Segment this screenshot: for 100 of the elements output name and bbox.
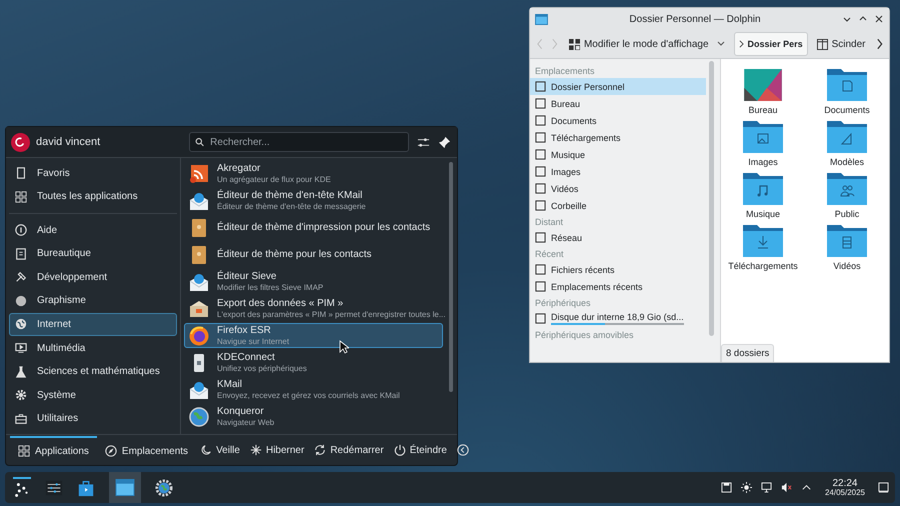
monitor-icon[interactable] (760, 482, 772, 493)
monitor-icon (15, 342, 27, 354)
category-item[interactable]: Développement (9, 266, 177, 289)
folder-item[interactable]: Images (721, 121, 805, 167)
application-item[interactable]: Éditeur de thème d'en-tête KMail Éditeur de thème d'en-tête de messagerie (184, 188, 443, 213)
application-name: Export des données « PIM » (217, 298, 344, 310)
places-section-heading: Emplacements (534, 65, 596, 78)
application-item[interactable]: Firefox ESR Navigue sur Internet (184, 323, 443, 348)
application-description: L'export des paramètres « PIM » permet d'enregistrer toutes le... (217, 310, 446, 319)
places-item[interactable]: Documents (530, 112, 706, 129)
sun-icon[interactable] (740, 482, 752, 493)
location-breadcrumb[interactable]: Dossier Pers (734, 32, 808, 56)
split-button[interactable]: Scinder (814, 36, 868, 52)
envelope-icon (189, 190, 209, 210)
dots-logo-icon[interactable] (13, 476, 31, 498)
chevron-right-icon[interactable] (874, 37, 884, 51)
places-item[interactable]: Corbeille (530, 197, 706, 214)
places-item[interactable]: Images (530, 163, 706, 180)
folder-item[interactable]: Documents (805, 69, 889, 115)
category-item[interactable]: Bureautique (9, 242, 177, 266)
search-input[interactable]: Rechercher... (208, 136, 403, 148)
flask-icon (15, 366, 27, 378)
scrollbar[interactable] (449, 162, 453, 392)
close-icon[interactable] (874, 14, 884, 24)
shopping-bag-icon[interactable] (77, 478, 95, 496)
folder-item[interactable]: Téléchargements (721, 225, 805, 271)
application-item[interactable]: KMail Envoyez, recevez et gérez vos courriels avec KMail (184, 377, 443, 402)
address-book-icon (189, 218, 209, 238)
folder-icon (743, 173, 783, 205)
chevron-left-icon[interactable] (456, 444, 469, 456)
package-icon (189, 298, 209, 318)
envelope-icon (189, 380, 209, 400)
muted-speaker-icon[interactable] (780, 482, 792, 493)
places-item[interactable]: Disque dur interne 18,9 Gio (sd... (530, 310, 706, 327)
power-button[interactable]: Veille (196, 441, 244, 459)
folder-item[interactable]: Musique (721, 173, 805, 219)
folder-name: Bureau (748, 105, 778, 115)
folder-item[interactable]: Public (805, 173, 889, 219)
view-mode-button[interactable]: Modifier le mode d'affichage (566, 36, 728, 52)
category-item[interactable]: Utilitaires (9, 407, 177, 430)
category-item[interactable]: Toutes les applications (9, 186, 177, 208)
application-item[interactable]: Éditeur Sieve Modifier les filtres Sieve IMAP (184, 269, 443, 294)
application-item[interactable]: KDEConnect Unifiez vos périphériques (184, 350, 443, 375)
places-item[interactable]: Téléchargements (530, 129, 706, 146)
clock[interactable]: 22:24 24/05/2025 (824, 478, 865, 498)
application-name: Éditeur de thème d'impression pour les contacts (217, 222, 430, 234)
application-item[interactable]: Export des données « PIM » L'export des paramètres « PIM » permet d'enregistrer toutes le... (184, 296, 443, 321)
category-item[interactable]: Multimédia (9, 336, 177, 360)
scrollbar[interactable] (709, 61, 714, 336)
folder-name: Public (834, 209, 860, 219)
category-item[interactable]: Graphisme (9, 290, 177, 312)
places-item[interactable]: Dossier Personnel (530, 78, 706, 95)
places-item[interactable]: Bureau (530, 95, 706, 112)
power-button[interactable]: Hiberner (246, 441, 308, 459)
application-description: Unifiez vos périphériques (217, 364, 307, 373)
folder-icon (535, 14, 548, 24)
wallpaper-thumbnail-icon (743, 69, 783, 101)
address-book-icon (189, 244, 209, 264)
folder-item[interactable]: Vidéos (805, 225, 889, 271)
launcher-tab[interactable]: Emplacements (96, 436, 196, 464)
search-field[interactable]: Rechercher... (189, 132, 409, 152)
application-item[interactable]: Éditeur de thème pour les contacts (184, 242, 443, 267)
power-button[interactable]: Éteindre (390, 441, 451, 459)
power-icon (394, 444, 406, 456)
columns-icon (816, 38, 828, 50)
category-item[interactable]: Internet (9, 313, 177, 336)
application-item[interactable]: Éditeur de thème d'impression pour les contacts (184, 215, 443, 240)
folder-icon (827, 225, 867, 257)
show-desktop-icon[interactable] (878, 482, 889, 493)
places-item[interactable]: Vidéos (530, 180, 706, 197)
launcher-tab[interactable]: Applications (10, 436, 97, 464)
category-item[interactable]: Favoris (9, 162, 177, 185)
places-section-heading: Périphériques (534, 297, 592, 310)
window-title: Dossier Personnel — Dolphin (628, 14, 762, 24)
folder-icon (827, 121, 867, 153)
application-name: Éditeur Sieve (217, 271, 278, 283)
category-item[interactable]: Aide (9, 219, 177, 242)
folder-name: Vidéos (833, 261, 861, 271)
gear-globe-icon[interactable] (155, 478, 173, 496)
active-task[interactable] (109, 472, 141, 503)
places-item[interactable]: Musique (530, 146, 706, 163)
category-item[interactable]: Sciences et mathématiques (9, 360, 177, 383)
power-button[interactable]: Redémarrer (310, 441, 388, 459)
search-icon (195, 137, 204, 147)
sliders-icon[interactable] (45, 478, 63, 496)
globe-icon (189, 406, 209, 426)
status-label: 8 dossiers (721, 344, 774, 362)
folder-item[interactable]: Bureau (721, 69, 805, 115)
places-item[interactable]: Fichiers récents (530, 261, 706, 278)
pin-icon[interactable] (438, 136, 451, 148)
application-item[interactable]: Akregator Un agrégateur de flux pour KDE (184, 161, 443, 186)
grid-icon (18, 445, 30, 457)
sliders-icon[interactable] (417, 136, 430, 148)
category-item[interactable]: Système (9, 384, 177, 406)
places-item[interactable]: Réseau (530, 229, 706, 246)
folder-name: Documents (824, 105, 870, 115)
application-item[interactable]: Konqueror Navigateur Web (184, 404, 443, 429)
places-item[interactable]: Emplacements récents (530, 278, 706, 295)
folder-item[interactable]: Modèles (805, 121, 889, 167)
folder-icon (827, 173, 867, 205)
